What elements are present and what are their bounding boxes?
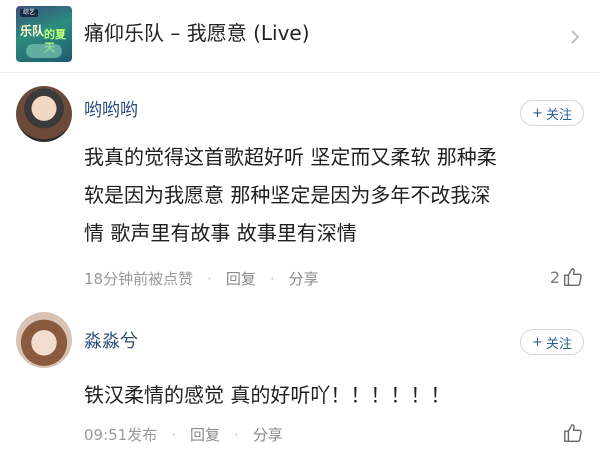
thumbs-up-icon [564, 268, 582, 286]
separator-dot: · [234, 426, 239, 444]
thumbs-up-icon [564, 424, 582, 442]
reply-button[interactable]: 回复 [226, 268, 256, 290]
follow-button[interactable]: + 关注 [520, 100, 584, 126]
comment-meta: 09:51发布 · 回复 · 分享 [84, 424, 283, 446]
song-title: 痛仰乐队 – 我愿意 (Live) [84, 21, 310, 45]
follow-button[interactable]: + 关注 [520, 329, 584, 355]
song-header[interactable]: 综艺 乐队 的夏天 痛仰乐队 – 我愿意 (Live) [0, 0, 600, 73]
comment-meta: 18分钟前被点赞 · 回复 · 分享 [84, 268, 319, 290]
follow-label: 关注 [545, 107, 572, 123]
separator-dot: · [269, 270, 275, 288]
cover-badge: 综艺 [20, 9, 39, 17]
cover-art [26, 44, 62, 58]
chevron-right-icon[interactable] [566, 28, 584, 46]
username[interactable]: 淼淼兮 [84, 330, 138, 354]
album-cover[interactable]: 综艺 乐队 的夏天 [16, 6, 72, 62]
follow-label: 关注 [545, 336, 572, 352]
separator-dot: · [171, 426, 177, 444]
comment-time: 09:51发布 [84, 426, 158, 444]
share-button[interactable]: 分享 [289, 268, 319, 290]
comment-text: 我真的觉得这首歌超好听 坚定而又柔软 那种柔 软是因为我愿意 那种坚定是因为多年… [84, 145, 497, 245]
reply-button[interactable]: 回复 [190, 424, 220, 446]
share-button[interactable]: 分享 [253, 424, 283, 446]
avatar[interactable] [16, 86, 72, 142]
comment-time: 18分钟前被点赞 [84, 270, 194, 288]
like-button[interactable]: 2 [550, 266, 584, 288]
separator-dot: · [207, 270, 212, 288]
comment-text: 铁汉柔情的感觉 真的好听吖！！！！！！ [84, 383, 451, 407]
comment-item: 淼淼兮 + 关注 铁汉柔情的感觉 真的好听吖！！！！！！ 09:51发布 · 回… [0, 302, 600, 461]
plus-icon: + [532, 334, 543, 350]
comment-item: 哟哟哟 + 关注 我真的觉得这首歌超好听 坚定而又柔软 那种柔 软是因为我愿意 … [0, 72, 600, 302]
like-button[interactable] [560, 422, 584, 444]
username[interactable]: 哟哟哟 [84, 99, 138, 123]
plus-icon: + [532, 105, 543, 121]
like-count: 2 [549, 267, 560, 287]
avatar[interactable] [16, 312, 72, 368]
cover-title-1: 乐队 [20, 24, 45, 38]
